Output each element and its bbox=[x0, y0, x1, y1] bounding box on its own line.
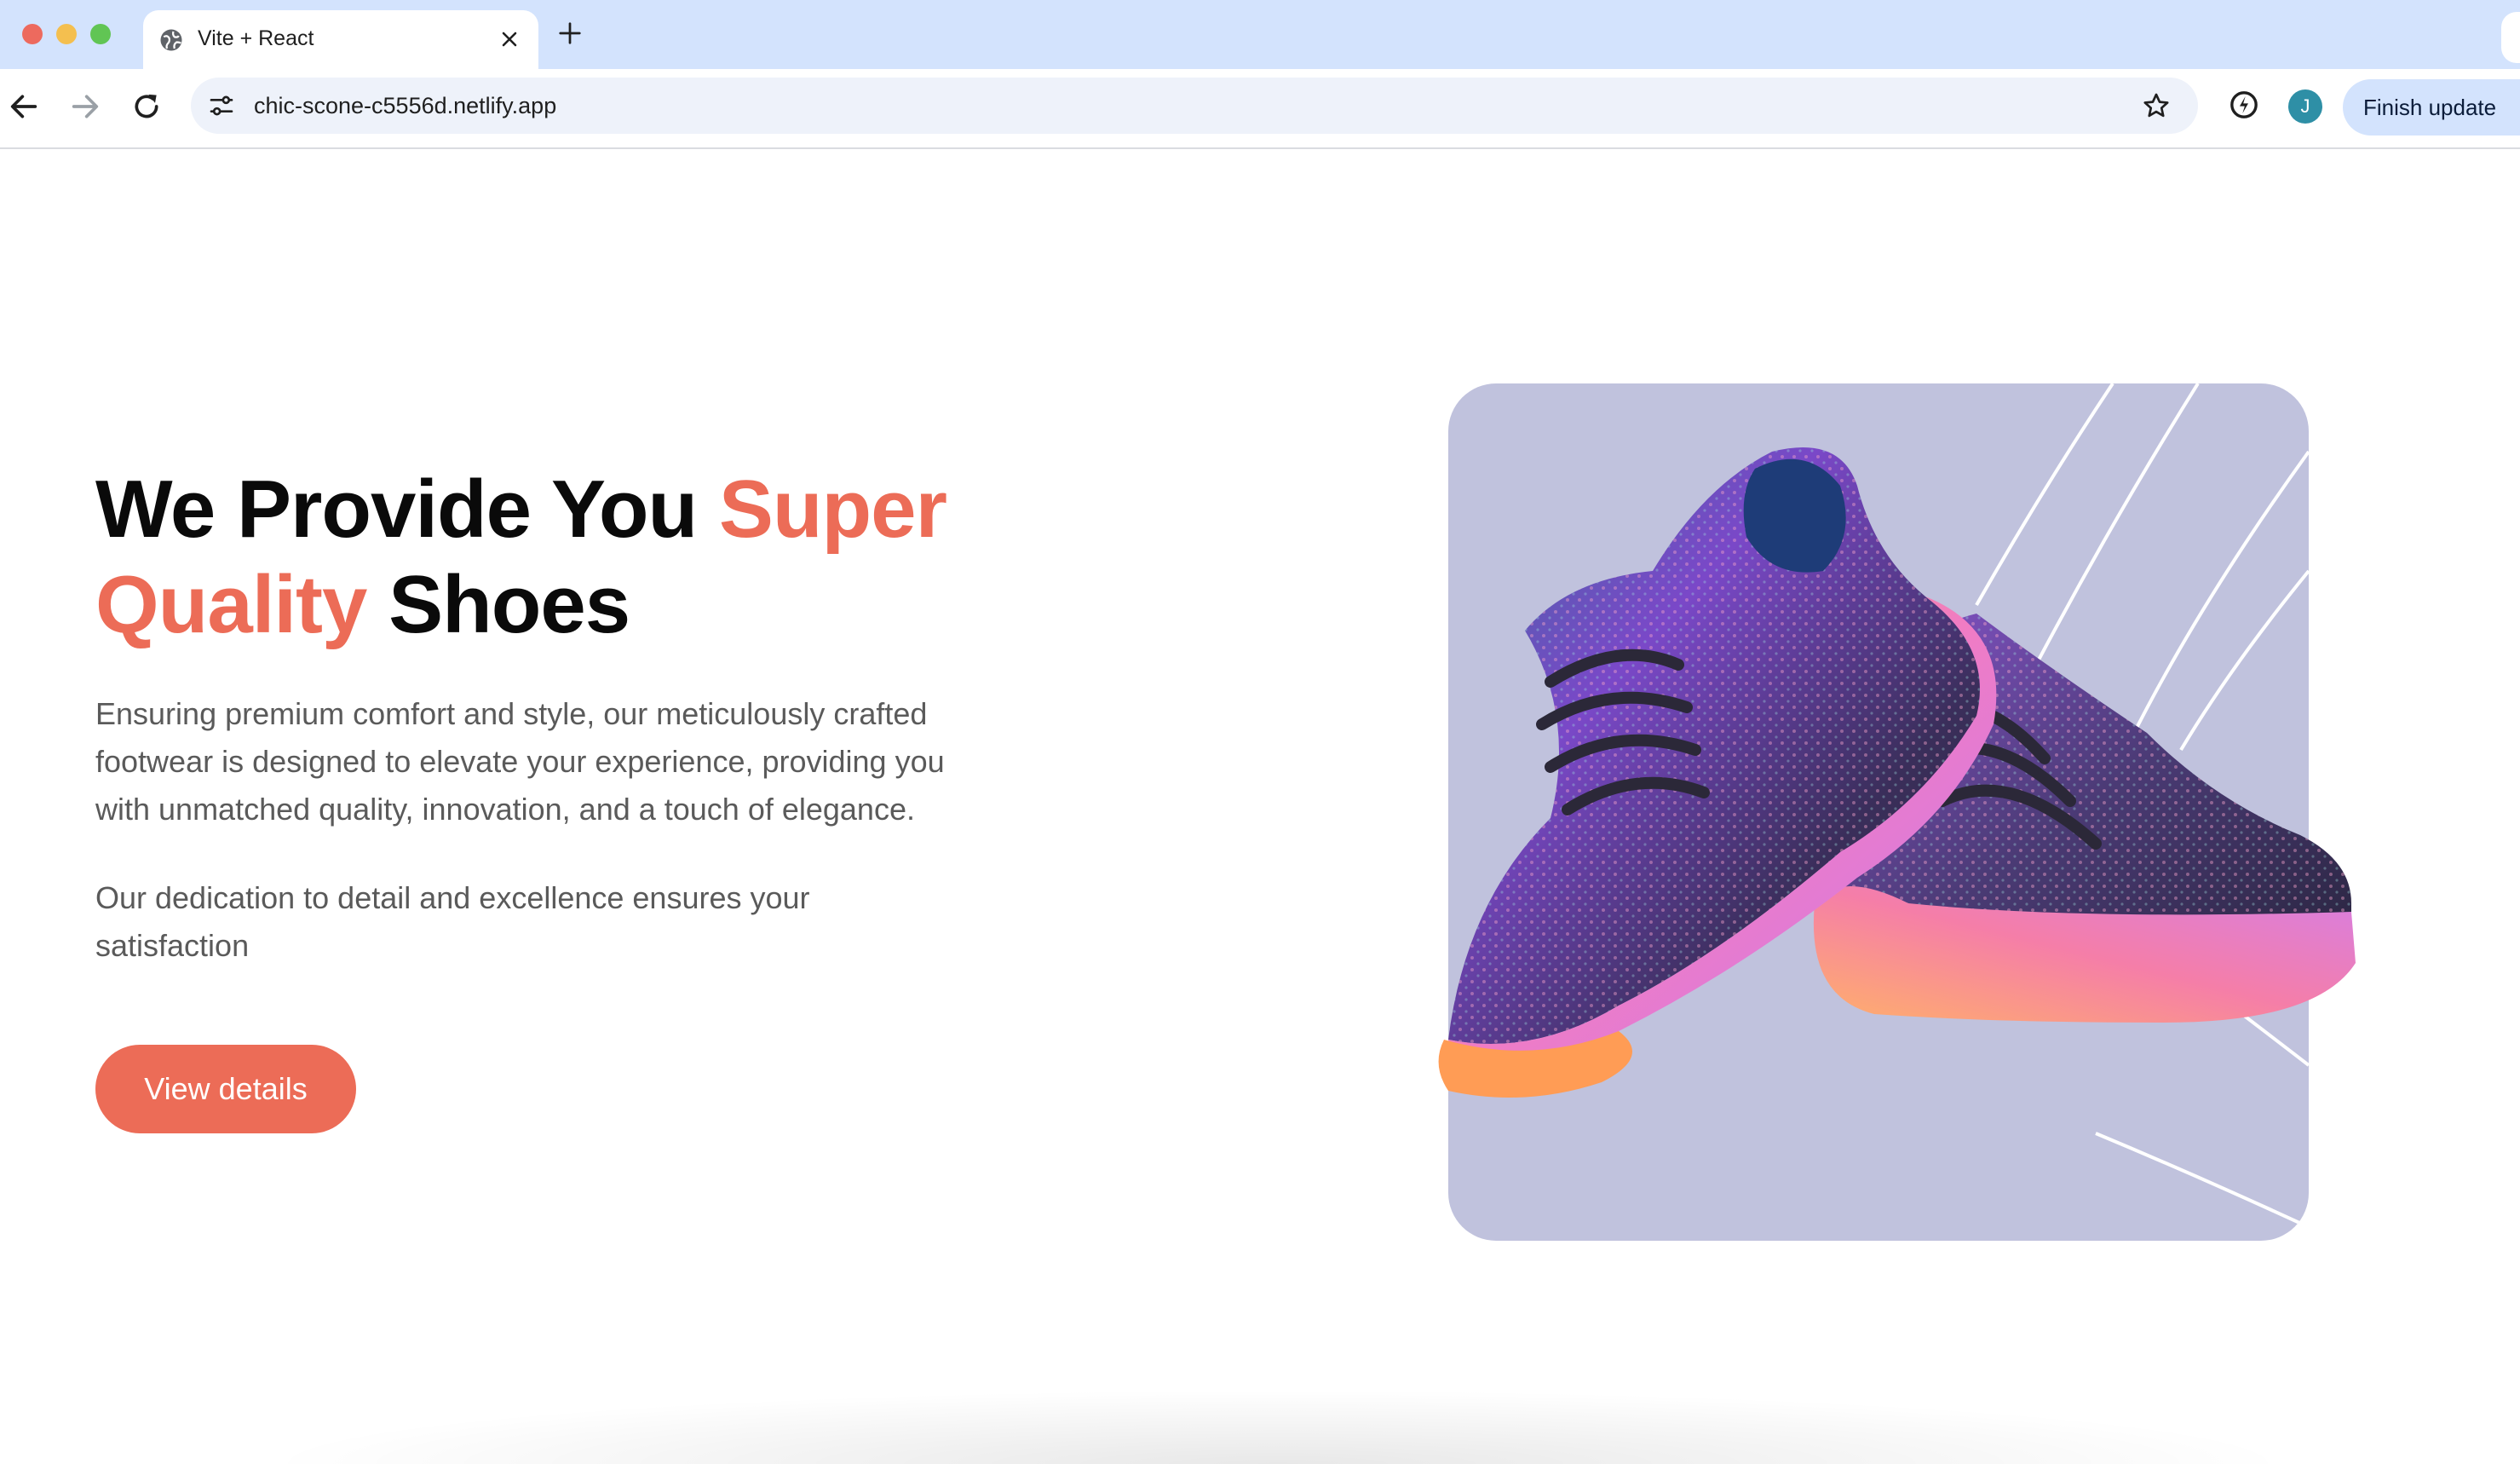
star-icon[interactable] bbox=[2142, 91, 2171, 120]
browser-tab[interactable]: Vite + React bbox=[143, 10, 538, 69]
globe-icon bbox=[160, 29, 182, 51]
tab-title: Vite + React bbox=[198, 26, 314, 50]
headline-part-2: Shoes bbox=[366, 559, 630, 650]
plus-icon[interactable] bbox=[557, 20, 583, 46]
headline-accent-quality: Quality bbox=[95, 559, 367, 650]
minimize-window-button[interactable] bbox=[56, 24, 77, 44]
page-bottom-shadow bbox=[256, 1389, 2300, 1464]
tab-bar: Vite + React bbox=[0, 0, 2520, 69]
close-window-button[interactable] bbox=[22, 24, 43, 44]
hero-headline: We Provide You Super Quality Shoes bbox=[95, 462, 1033, 653]
finish-update-button[interactable]: Finish update bbox=[2343, 79, 2520, 135]
hero-subdescription: Our dedication to detail and excellence … bbox=[95, 880, 810, 963]
hero-description: Ensuring premium comfort and style, our … bbox=[95, 696, 945, 827]
browser-toolbar: chic-scone-c5556d.netlify.app J Finish u… bbox=[0, 69, 2520, 149]
close-icon[interactable] bbox=[499, 29, 520, 49]
extension-icon[interactable] bbox=[2227, 88, 2261, 122]
address-bar[interactable]: chic-scone-c5556d.netlify.app bbox=[191, 78, 2198, 134]
url-text[interactable]: chic-scone-c5556d.netlify.app bbox=[254, 78, 556, 134]
forward-arrow-icon[interactable] bbox=[68, 89, 102, 124]
back-arrow-icon[interactable] bbox=[7, 89, 41, 124]
headline-part-1: We Provide You bbox=[95, 464, 719, 555]
headline-accent-super: Super bbox=[718, 464, 947, 555]
view-details-button[interactable]: View details bbox=[95, 1045, 356, 1133]
tab-bar-edge bbox=[2501, 12, 2520, 63]
maximize-window-button[interactable] bbox=[90, 24, 111, 44]
site-settings-icon[interactable] bbox=[208, 92, 235, 119]
sneakers-image bbox=[1438, 447, 2356, 1098]
profile-avatar[interactable]: J bbox=[2288, 89, 2322, 124]
reload-icon[interactable] bbox=[129, 89, 164, 124]
